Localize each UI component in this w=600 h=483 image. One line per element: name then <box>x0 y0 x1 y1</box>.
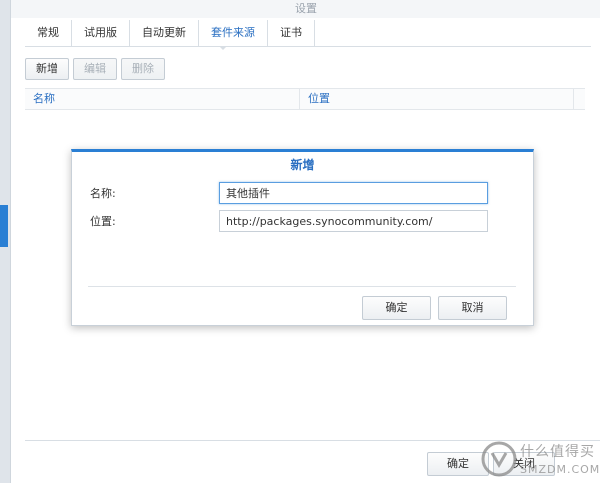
tab-auto-update[interactable]: 自动更新 <box>130 20 199 46</box>
tab-package-sources[interactable]: 套件来源 <box>199 20 268 50</box>
dialog-divider <box>88 286 516 287</box>
dialog-ok-button[interactable]: 确定 <box>362 296 431 320</box>
watermark-text-secondary: SMZDM.COM <box>520 463 600 476</box>
dialog-cancel-button[interactable]: 取消 <box>438 296 507 320</box>
column-header-name[interactable]: 名称 <box>25 89 300 109</box>
add-button[interactable]: 新增 <box>25 58 69 80</box>
column-header-location[interactable]: 位置 <box>300 89 574 109</box>
location-row: 位置: <box>90 210 488 232</box>
edit-button[interactable]: 编辑 <box>73 58 117 80</box>
dialog-buttons: 确定 取消 <box>362 296 507 320</box>
watermark-logo-icon <box>481 441 517 477</box>
location-label: 位置: <box>90 215 116 228</box>
tab-bar: 常规 试用版 自动更新 套件来源 证书 <box>25 20 591 50</box>
toolbar: 新增 编辑 删除 <box>25 58 165 80</box>
sources-grid-header: 名称 位置 <box>25 88 585 110</box>
name-label: 名称: <box>90 187 116 200</box>
dialog-title: 新增 <box>290 158 315 172</box>
tab-general[interactable]: 常规 <box>25 20 72 46</box>
background-accent-bar <box>0 205 8 247</box>
location-input[interactable] <box>219 210 488 232</box>
watermark-text-primary: 什么值得买 <box>520 444 595 460</box>
name-row: 名称: <box>90 182 488 204</box>
tab-certificate[interactable]: 证书 <box>268 20 315 46</box>
add-source-dialog: 新增 名称: 位置: 确定 取消 <box>71 149 534 326</box>
watermark: 什么值得买 SMZDM.COM <box>478 437 600 481</box>
delete-button[interactable]: 删除 <box>121 58 165 80</box>
name-input[interactable] <box>219 182 488 204</box>
tab-beta[interactable]: 试用版 <box>72 20 130 46</box>
window-title: 设置 <box>11 0 600 18</box>
